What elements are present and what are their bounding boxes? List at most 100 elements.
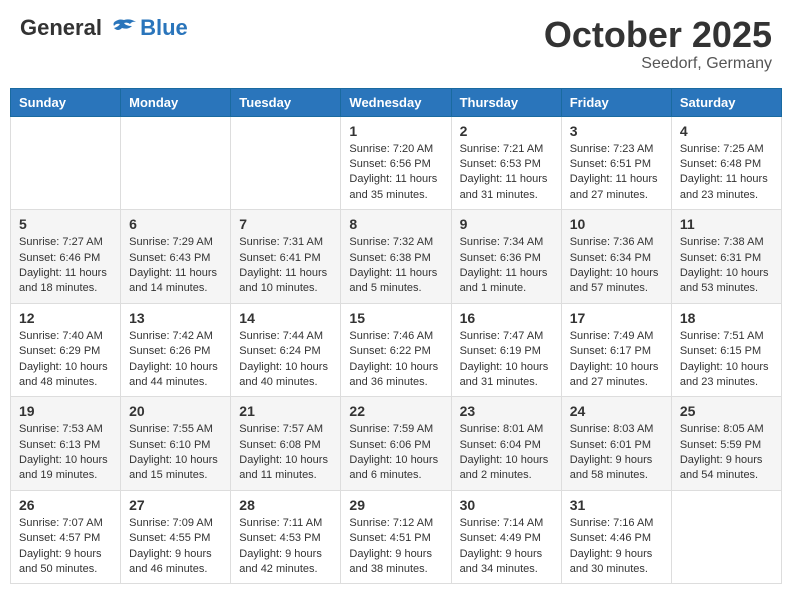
- day-number: 29: [349, 497, 442, 513]
- day-info: Sunrise: 7:21 AM Sunset: 6:53 PM Dayligh…: [460, 142, 553, 204]
- day-info: Sunrise: 7:23 AM Sunset: 6:51 PM Dayligh…: [570, 142, 663, 204]
- calendar-cell: 27Sunrise: 7:09 AM Sunset: 4:55 PM Dayli…: [121, 490, 231, 584]
- day-info: Sunrise: 7:29 AM Sunset: 6:43 PM Dayligh…: [129, 235, 222, 297]
- day-number: 13: [129, 310, 222, 326]
- calendar-cell: 2 Sunrise: 7:21 AM Sunset: 6:53 PM Daylig…: [451, 116, 561, 210]
- calendar-cell: 20 Sunrise: 7:55 AM Sunset: 6:10 PM Dayli…: [121, 397, 231, 491]
- calendar-cell: 31 Sunrise: 7:16 AM Sunset: 4:46 PM Dayli…: [561, 490, 671, 584]
- day-info: Sunrise: 7:49 AM Sunset: 6:17 PM Dayligh…: [570, 329, 663, 391]
- logo-blue: Blue: [140, 15, 188, 41]
- calendar-cell: 16 Sunrise: 7:47 AM Sunset: 6:19 PM Dayli…: [451, 303, 561, 397]
- day-info: Sunrise: 7:59 AM Sunset: 6:06 PM Dayligh…: [349, 422, 442, 484]
- day-number: 28: [239, 497, 332, 513]
- calendar-cell: [121, 116, 231, 210]
- calendar-cell: 25 Sunrise: 8:05 AM Sunset: 5:59 PM Dayli…: [671, 397, 781, 491]
- calendar-cell: 28 Sunrise: 7:11 AM Sunset: 4:53 PM Dayli…: [231, 490, 341, 584]
- day-info: Sunrise: 7:55 AM Sunset: 6:10 PM Dayligh…: [129, 422, 222, 484]
- weekday-header-saturday: Saturday: [671, 88, 781, 116]
- calendar-cell: 10 Sunrise: 7:36 AM Sunset: 6:34 PM Dayli…: [561, 210, 671, 304]
- calendar-cell: 21 Sunrise: 7:57 AM Sunset: 6:08 PM Dayli…: [231, 397, 341, 491]
- day-info: Sunrise: 8:03 AM Sunset: 6:01 PM Dayligh…: [570, 422, 663, 484]
- calendar-cell: 18 Sunrise: 7:51 AM Sunset: 6:15 PM Dayli…: [671, 303, 781, 397]
- day-number: 22: [349, 403, 442, 419]
- day-info: Sunrise: 7:34 AM Sunset: 6:36 PM Dayligh…: [460, 235, 553, 297]
- week-row-3: 12Sunrise: 7:40 AM Sunset: 6:29 PM Dayli…: [11, 303, 782, 397]
- day-number: 16: [460, 310, 553, 326]
- calendar-cell: 4 Sunrise: 7:25 AM Sunset: 6:48 PM Daylig…: [671, 116, 781, 210]
- calendar-cell: 1Sunrise: 7:20 AM Sunset: 6:56 PM Daylig…: [341, 116, 451, 210]
- day-number: 14: [239, 310, 332, 326]
- month-title: October 2025: [544, 15, 772, 55]
- day-info: Sunrise: 8:01 AM Sunset: 6:04 PM Dayligh…: [460, 422, 553, 484]
- day-info: Sunrise: 7:36 AM Sunset: 6:34 PM Dayligh…: [570, 235, 663, 297]
- day-number: 18: [680, 310, 773, 326]
- location-subtitle: Seedorf, Germany: [544, 55, 772, 73]
- day-info: Sunrise: 7:27 AM Sunset: 6:46 PM Dayligh…: [19, 235, 112, 297]
- day-info: Sunrise: 8:05 AM Sunset: 5:59 PM Dayligh…: [680, 422, 773, 484]
- calendar-cell: 19Sunrise: 7:53 AM Sunset: 6:13 PM Dayli…: [11, 397, 121, 491]
- calendar-cell: 5 Sunrise: 7:27 AM Sunset: 6:46 PM Daylig…: [11, 210, 121, 304]
- day-number: 25: [680, 403, 773, 419]
- day-number: 31: [570, 497, 663, 513]
- day-info: Sunrise: 7:38 AM Sunset: 6:31 PM Dayligh…: [680, 235, 773, 297]
- calendar-cell: 29Sunrise: 7:12 AM Sunset: 4:51 PM Dayli…: [341, 490, 451, 584]
- day-number: 23: [460, 403, 553, 419]
- day-number: 4: [680, 123, 773, 139]
- day-info: Sunrise: 7:31 AM Sunset: 6:41 PM Dayligh…: [239, 235, 332, 297]
- day-number: 17: [570, 310, 663, 326]
- calendar-cell: 14 Sunrise: 7:44 AM Sunset: 6:24 PM Dayli…: [231, 303, 341, 397]
- calendar-cell: [231, 116, 341, 210]
- day-info: Sunrise: 7:16 AM Sunset: 4:46 PM Dayligh…: [570, 516, 663, 578]
- calendar-cell: 11Sunrise: 7:38 AM Sunset: 6:31 PM Dayli…: [671, 210, 781, 304]
- calendar-table: SundayMondayTuesdayWednesdayThursdayFrid…: [10, 88, 782, 585]
- day-info: Sunrise: 7:44 AM Sunset: 6:24 PM Dayligh…: [239, 329, 332, 391]
- day-number: 19: [19, 403, 112, 419]
- day-number: 20: [129, 403, 222, 419]
- day-info: Sunrise: 7:07 AM Sunset: 4:57 PM Dayligh…: [19, 516, 112, 578]
- calendar-cell: 8 Sunrise: 7:32 AM Sunset: 6:38 PM Daylig…: [341, 210, 451, 304]
- calendar-cell: [671, 490, 781, 584]
- week-row-1: 1Sunrise: 7:20 AM Sunset: 6:56 PM Daylig…: [11, 116, 782, 210]
- calendar-cell: 15 Sunrise: 7:46 AM Sunset: 6:22 PM Dayli…: [341, 303, 451, 397]
- day-number: 12: [19, 310, 112, 326]
- day-number: 8: [349, 216, 442, 232]
- day-info: Sunrise: 7:46 AM Sunset: 6:22 PM Dayligh…: [349, 329, 442, 391]
- calendar-cell: 30Sunrise: 7:14 AM Sunset: 4:49 PM Dayli…: [451, 490, 561, 584]
- week-row-2: 5 Sunrise: 7:27 AM Sunset: 6:46 PM Daylig…: [11, 210, 782, 304]
- week-row-4: 19Sunrise: 7:53 AM Sunset: 6:13 PM Dayli…: [11, 397, 782, 491]
- day-number: 10: [570, 216, 663, 232]
- day-number: 21: [239, 403, 332, 419]
- day-number: 5: [19, 216, 112, 232]
- calendar-cell: 17 Sunrise: 7:49 AM Sunset: 6:17 PM Dayli…: [561, 303, 671, 397]
- logo-general: General: [20, 15, 102, 40]
- day-number: 2: [460, 123, 553, 139]
- day-number: 15: [349, 310, 442, 326]
- calendar-cell: 6 Sunrise: 7:29 AM Sunset: 6:43 PM Daylig…: [121, 210, 231, 304]
- calendar-cell: 3Sunrise: 7:23 AM Sunset: 6:51 PM Daylig…: [561, 116, 671, 210]
- day-info: Sunrise: 7:47 AM Sunset: 6:19 PM Dayligh…: [460, 329, 553, 391]
- day-info: Sunrise: 7:51 AM Sunset: 6:15 PM Dayligh…: [680, 329, 773, 391]
- day-number: 9: [460, 216, 553, 232]
- calendar-cell: 7Sunrise: 7:31 AM Sunset: 6:41 PM Daylig…: [231, 210, 341, 304]
- weekday-header-tuesday: Tuesday: [231, 88, 341, 116]
- day-number: 1: [349, 123, 442, 139]
- logo: General Blue: [20, 15, 188, 41]
- calendar-cell: 12Sunrise: 7:40 AM Sunset: 6:29 PM Dayli…: [11, 303, 121, 397]
- calendar-cell: [11, 116, 121, 210]
- weekday-header-sunday: Sunday: [11, 88, 121, 116]
- calendar-cell: 23 Sunrise: 8:01 AM Sunset: 6:04 PM Dayli…: [451, 397, 561, 491]
- weekday-header-friday: Friday: [561, 88, 671, 116]
- day-info: Sunrise: 7:57 AM Sunset: 6:08 PM Dayligh…: [239, 422, 332, 484]
- calendar-cell: 13Sunrise: 7:42 AM Sunset: 6:26 PM Dayli…: [121, 303, 231, 397]
- day-info: Sunrise: 7:11 AM Sunset: 4:53 PM Dayligh…: [239, 516, 332, 578]
- calendar-cell: 26Sunrise: 7:07 AM Sunset: 4:57 PM Dayli…: [11, 490, 121, 584]
- day-info: Sunrise: 7:14 AM Sunset: 4:49 PM Dayligh…: [460, 516, 553, 578]
- day-number: 27: [129, 497, 222, 513]
- day-number: 6: [129, 216, 222, 232]
- page-header: General Blue October 2025 Seedorf, Germa…: [10, 10, 782, 78]
- title-block: October 2025 Seedorf, Germany: [544, 15, 772, 73]
- weekday-header-monday: Monday: [121, 88, 231, 116]
- calendar-header-row: SundayMondayTuesdayWednesdayThursdayFrid…: [11, 88, 782, 116]
- day-info: Sunrise: 7:25 AM Sunset: 6:48 PM Dayligh…: [680, 142, 773, 204]
- day-info: Sunrise: 7:32 AM Sunset: 6:38 PM Dayligh…: [349, 235, 442, 297]
